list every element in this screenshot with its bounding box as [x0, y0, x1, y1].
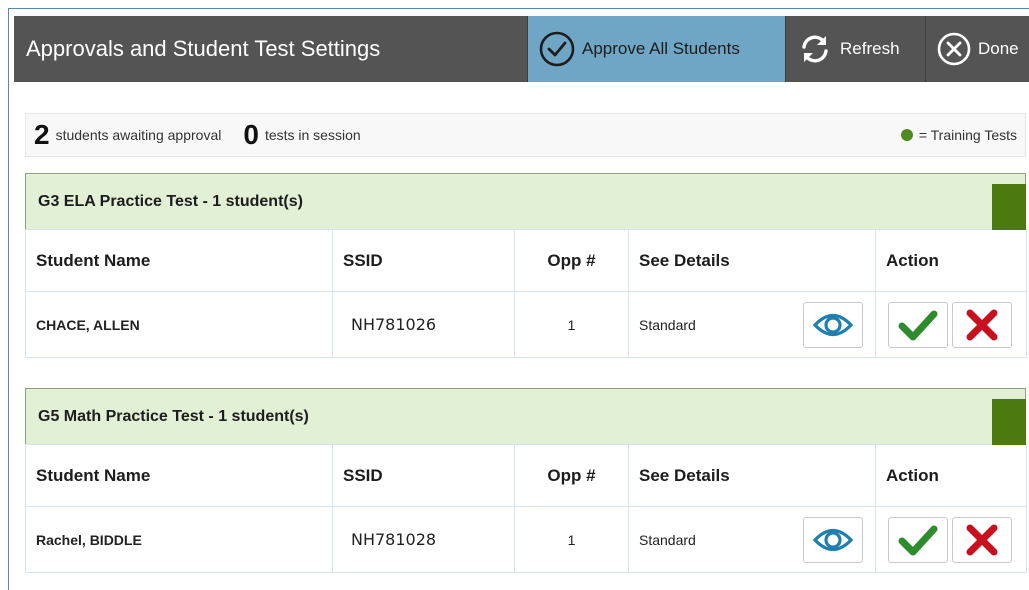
- approve-student-button[interactable]: [888, 301, 948, 348]
- checkmark-icon: [898, 525, 938, 555]
- action-cell: [875, 506, 1027, 573]
- refresh-label: Refresh: [840, 39, 900, 58]
- awaiting-count: 2: [34, 119, 50, 150]
- x-icon: [966, 309, 998, 340]
- header-bar: Approvals and Student Test Settings Appr…: [14, 16, 1029, 82]
- details-text: Standard: [639, 531, 696, 548]
- training-legend: = Training Tests: [900, 127, 1025, 143]
- details-text: Standard: [639, 316, 696, 333]
- deny-student-button[interactable]: [952, 301, 1012, 348]
- col-ssid[interactable]: SSID: [332, 229, 515, 292]
- student-name: Rachel, BIDDLE: [25, 506, 333, 573]
- checkmark-icon: [898, 310, 938, 340]
- group-header[interactable]: G5 Math Practice Test - 1 student(s): [25, 388, 1026, 445]
- see-details-button[interactable]: [803, 301, 863, 348]
- student-name: CHACE, ALLEN: [25, 291, 333, 358]
- group-marker: [992, 399, 1026, 445]
- col-ssid[interactable]: SSID: [332, 444, 515, 507]
- action-cell: [875, 291, 1027, 358]
- group-title: G5 Math Practice Test - 1 student(s): [38, 407, 309, 425]
- col-student-name[interactable]: Student Name: [25, 229, 333, 292]
- training-dot-icon: [900, 129, 913, 141]
- student-ssid: NH781026: [332, 291, 515, 358]
- see-details-button[interactable]: [803, 516, 863, 563]
- table-row: Rachel, BIDDLE NH781028 1 Standard: [25, 506, 1027, 573]
- test-group-g5-math: G5 Math Practice Test - 1 student(s) Stu…: [25, 388, 1027, 573]
- close-circle-icon: [936, 31, 972, 67]
- student-opp: 1: [514, 506, 629, 573]
- approve-all-students-button[interactable]: Approve All Students: [527, 16, 785, 82]
- done-label: Done: [978, 39, 1019, 58]
- eye-icon: [812, 313, 854, 336]
- group-header[interactable]: G3 ELA Practice Test - 1 student(s): [25, 173, 1026, 230]
- approve-all-label: Approve All Students: [582, 39, 740, 58]
- col-student-name[interactable]: Student Name: [25, 444, 333, 507]
- group-title: G3 ELA Practice Test - 1 student(s): [38, 192, 303, 210]
- page-title: Approvals and Student Test Settings: [26, 36, 381, 61]
- students-table: Student Name SSID Opp # See Details Acti…: [25, 444, 1027, 573]
- eye-icon: [812, 528, 854, 551]
- training-legend-label: = Training Tests: [918, 127, 1017, 143]
- refresh-icon: [796, 30, 834, 68]
- refresh-button[interactable]: Refresh: [785, 16, 925, 82]
- col-see-details: See Details: [628, 444, 876, 507]
- details-cell: Standard: [628, 506, 876, 573]
- in-session-label: tests in session: [264, 127, 361, 143]
- col-action: Action: [875, 444, 1027, 507]
- test-group-g3-ela: G3 ELA Practice Test - 1 student(s) Stud…: [25, 173, 1027, 358]
- x-icon: [966, 524, 998, 555]
- col-action: Action: [875, 229, 1027, 292]
- deny-student-button[interactable]: [952, 516, 1012, 563]
- col-opp[interactable]: Opp #: [514, 444, 629, 507]
- in-session-count: 0: [243, 119, 259, 150]
- approve-student-button[interactable]: [888, 516, 948, 563]
- student-ssid: NH781028: [332, 506, 515, 573]
- awaiting-label: students awaiting approval: [55, 127, 222, 143]
- group-marker: [992, 184, 1026, 230]
- student-opp: 1: [514, 291, 629, 358]
- col-opp[interactable]: Opp #: [514, 229, 629, 292]
- done-button[interactable]: Done: [925, 16, 1029, 82]
- students-table: Student Name SSID Opp # See Details Acti…: [25, 229, 1027, 358]
- status-bar: 2 students awaiting approval 0 tests in …: [25, 113, 1026, 157]
- col-see-details: See Details: [628, 229, 876, 292]
- check-circle-icon: [538, 30, 576, 68]
- details-cell: Standard: [628, 291, 876, 358]
- table-row: CHACE, ALLEN NH781026 1 Standard: [25, 291, 1027, 358]
